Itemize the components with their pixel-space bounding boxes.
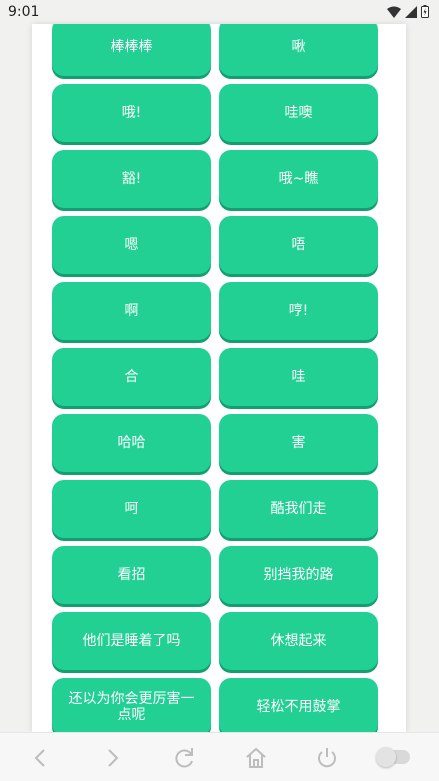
- sound-button[interactable]: 酷我们走: [219, 480, 378, 538]
- wifi-icon: [387, 6, 401, 18]
- signal-icon: [405, 5, 417, 18]
- sound-button[interactable]: 轻松不用鼓掌: [219, 678, 378, 732]
- sound-button[interactable]: 豁!: [52, 150, 211, 208]
- sound-button[interactable]: 哼!: [219, 282, 378, 340]
- sound-button[interactable]: 还以为你会更厉害一点呢: [52, 678, 211, 732]
- sound-button[interactable]: 哇: [219, 348, 378, 406]
- sound-button[interactable]: 嗯: [52, 216, 211, 274]
- status-icons: [387, 5, 429, 18]
- sound-button[interactable]: 合: [52, 348, 211, 406]
- sound-button[interactable]: 棒棒棒: [52, 24, 211, 76]
- back-icon: [34, 749, 45, 767]
- forward-button[interactable]: [99, 745, 125, 771]
- sound-button[interactable]: 害: [219, 414, 378, 472]
- sound-button[interactable]: 休想起来: [219, 612, 378, 670]
- status-bar: 9:01: [0, 0, 439, 24]
- sound-button-grid: 棒棒棒 啾 哦! 哇噢 豁! 哦~瞧 嗯 唔 啊 哼! 合 哇 哈哈 害 呵 酷…: [52, 24, 379, 732]
- sound-button[interactable]: 唔: [219, 216, 378, 274]
- sound-button[interactable]: 看招: [52, 546, 211, 604]
- forward-icon: [108, 749, 119, 767]
- toggle-knob: [376, 747, 396, 767]
- sound-button[interactable]: 啾: [219, 24, 378, 76]
- sound-button[interactable]: 哇噢: [219, 84, 378, 142]
- back-button[interactable]: [28, 745, 54, 771]
- sound-button[interactable]: 呵: [52, 480, 211, 538]
- toggle-switch[interactable]: [376, 747, 410, 767]
- reload-icon: [175, 748, 193, 768]
- bottom-nav-bar: [0, 732, 439, 781]
- sound-button[interactable]: 哦~瞧: [219, 150, 378, 208]
- sound-board-card: 棒棒棒 啾 哦! 哇噢 豁! 哦~瞧 嗯 唔 啊 哼! 合 哇 哈哈 害 呵 酷…: [32, 24, 406, 732]
- power-icon: [318, 748, 336, 768]
- sound-button[interactable]: 哦!: [52, 84, 211, 142]
- sound-button[interactable]: 啊: [52, 282, 211, 340]
- sound-button[interactable]: 别挡我的路: [219, 546, 378, 604]
- power-button[interactable]: [314, 745, 340, 771]
- reload-button[interactable]: [171, 745, 197, 771]
- sound-button[interactable]: 哈哈: [52, 414, 211, 472]
- battery-icon: [421, 5, 429, 18]
- status-time: 9:01: [8, 4, 40, 20]
- sound-button[interactable]: 他们是睡着了吗: [52, 612, 211, 670]
- home-icon: [246, 747, 266, 768]
- home-button[interactable]: [243, 745, 269, 771]
